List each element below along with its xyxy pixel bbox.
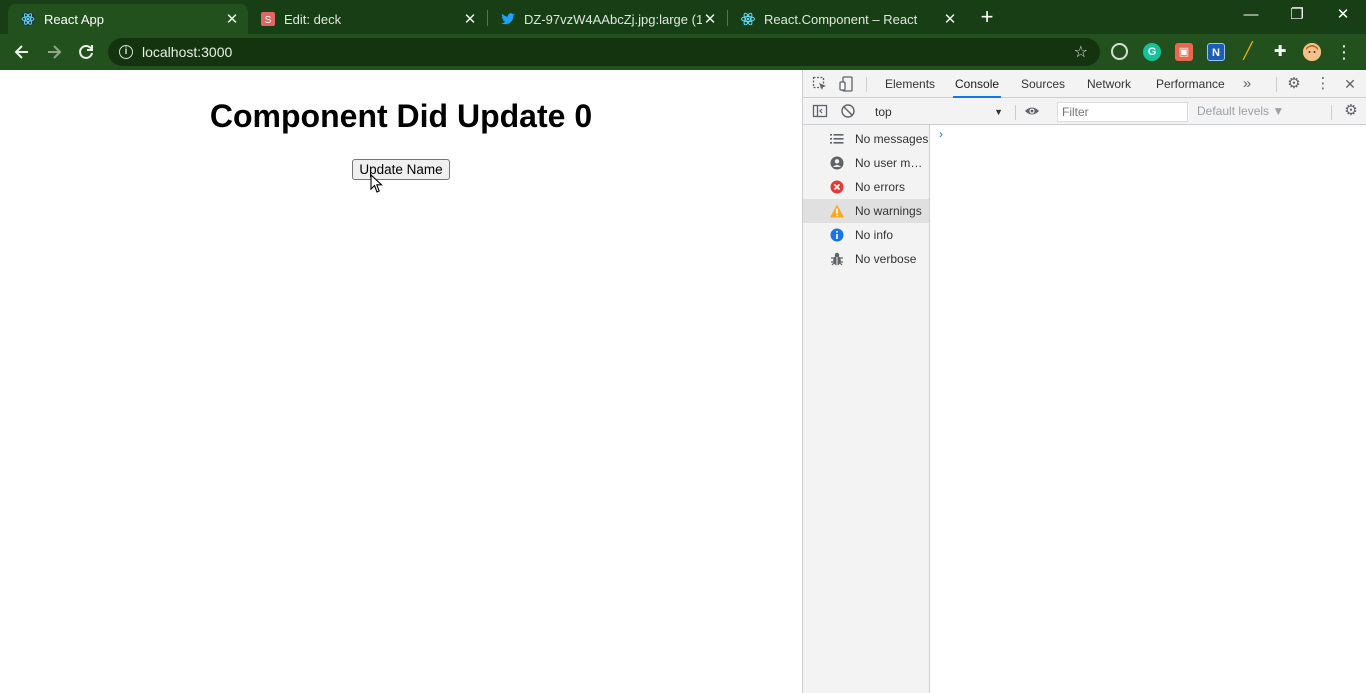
tab-close-icon[interactable]: ✕ [702, 10, 718, 28]
puzzle-icon[interactable]: ✚ [1271, 43, 1289, 61]
tab-image[interactable]: DZ-97vzW4AAbcZj.jpg:large (167 ✕ [488, 4, 726, 34]
inspect-element-icon[interactable] [812, 76, 828, 92]
sidebar-item-label: No errors [855, 180, 906, 194]
react-icon [20, 11, 36, 27]
tab-network[interactable]: Network [1085, 70, 1133, 98]
info-icon[interactable]: i [119, 45, 133, 59]
eye-icon[interactable] [1024, 103, 1040, 119]
circle-extension-icon[interactable] [1111, 43, 1128, 60]
tab-sources[interactable]: Sources [1019, 70, 1067, 98]
sidebar-item-label: No verbose [855, 252, 917, 266]
log-levels-dropdown[interactable]: Default levels ▼ [1197, 104, 1284, 118]
toolbar-divider [1015, 105, 1016, 120]
back-button[interactable] [8, 38, 36, 66]
update-name-button[interactable]: Update Name [352, 159, 450, 180]
bug-icon [829, 251, 845, 267]
profile-avatar[interactable] [1303, 43, 1321, 61]
react-icon [740, 11, 756, 27]
clear-console-icon[interactable] [840, 103, 856, 119]
chevron-down-icon: ▼ [994, 107, 1003, 117]
page-viewport: Component Did Update 0 Update Name [0, 70, 802, 693]
browser-tab-strip: React App ✕ S Edit: deck ✕ DZ-97vzW4AAbc… [0, 0, 1366, 34]
tab-performance[interactable]: Performance [1154, 70, 1227, 98]
kebab-menu-icon[interactable]: ⋮ [1315, 76, 1331, 92]
url-input[interactable] [142, 42, 1042, 62]
arrow-left-icon [14, 45, 28, 59]
twitter-icon [500, 11, 516, 27]
console-sidebar: No messages No user me… No errors No war… [803, 125, 930, 693]
tab-edit-deck[interactable]: S Edit: deck ✕ [248, 4, 486, 34]
window-close-button[interactable]: ✕ [1320, 4, 1366, 30]
close-devtools-icon[interactable]: ✕ [1342, 76, 1358, 92]
console-filter-input[interactable] [1057, 102, 1188, 122]
context-value: top [875, 105, 892, 119]
context-selector[interactable]: top ▼ [869, 103, 1005, 121]
tab-close-icon[interactable]: ✕ [224, 10, 240, 28]
mouse-cursor-icon [370, 174, 383, 193]
tab-react-component[interactable]: React.Component – React ✕ [728, 4, 966, 34]
sidebar-item-messages[interactable]: No messages [803, 127, 929, 151]
console-prompt-chevron-icon[interactable]: › [939, 127, 943, 141]
info-icon [829, 227, 845, 243]
svg-text:S: S [265, 15, 272, 26]
warning-icon [829, 203, 845, 219]
tab-close-icon[interactable]: ✕ [942, 10, 958, 28]
restore-button[interactable]: ❐ [1274, 4, 1320, 30]
page-heading: Component Did Update 0 [209, 98, 593, 134]
device-toolbar-icon[interactable] [839, 76, 855, 92]
sidebar-toggle-icon[interactable] [812, 103, 828, 119]
grammarly-icon[interactable]: G [1143, 43, 1161, 61]
tab-console[interactable]: Console [953, 70, 1002, 98]
minimize-button[interactable]: — [1228, 4, 1274, 30]
new-tab-button[interactable]: + [975, 6, 999, 30]
console-toolbar: top ▼ Default levels ▼ ⚙ [803, 98, 1366, 125]
tab-react-app[interactable]: React App ✕ [8, 4, 248, 34]
extension-red-icon[interactable]: ▣ [1175, 43, 1193, 61]
devtools-panel: Elements Console Sources Network Perform… [802, 70, 1366, 693]
sidebar-item-warnings[interactable]: No warnings [803, 199, 929, 223]
tab-elements[interactable]: Elements [883, 70, 937, 98]
bookmark-star-icon[interactable]: ☆ [1074, 42, 1088, 62]
sidebar-item-info[interactable]: No info [803, 223, 929, 247]
browser-toolbar: i ☆ G ▣ N ╱ ✚ ⋮ [0, 34, 1366, 70]
tab-title: React App [44, 11, 104, 27]
sidebar-item-label: No user me… [855, 156, 929, 170]
more-tabs-icon[interactable]: » [1239, 76, 1255, 92]
sidebar-item-user-messages[interactable]: No user me… [803, 151, 929, 175]
sidebar-item-label: No info [855, 228, 894, 242]
tab-title: Edit: deck [284, 11, 342, 27]
settings-gear-icon[interactable]: ⚙ [1286, 76, 1302, 92]
sidebar-item-errors[interactable]: No errors [803, 175, 929, 199]
forward-button[interactable] [40, 38, 68, 66]
error-icon [829, 179, 845, 195]
address-bar[interactable]: i ☆ [108, 38, 1100, 66]
list-icon [829, 131, 845, 147]
toolbar-divider [1331, 105, 1332, 120]
console-settings-gear-icon[interactable]: ⚙ [1343, 103, 1359, 119]
toolbar-divider [1276, 77, 1277, 92]
sidebar-item-label: No warnings [855, 204, 922, 218]
extension-blue-icon[interactable]: N [1207, 43, 1225, 61]
devtools-tab-bar: Elements Console Sources Network Perform… [803, 70, 1366, 98]
tab-title: React.Component – React [764, 11, 918, 27]
tab-title: DZ-97vzW4AAbcZj.jpg:large (167 [524, 11, 702, 27]
reload-button[interactable] [72, 38, 100, 66]
arrow-right-icon [48, 45, 62, 59]
tab-close-icon[interactable]: ✕ [462, 10, 478, 28]
toolbar-divider [866, 77, 867, 92]
user-icon [829, 155, 845, 171]
reload-icon [79, 44, 93, 59]
sidebar-item-verbose[interactable]: No verbose [803, 247, 929, 271]
sidebar-item-label: No messages [855, 132, 929, 146]
menu-kebab-icon[interactable]: ⋮ [1330, 38, 1358, 66]
slides-icon: S [260, 11, 276, 27]
pencil-extension-icon[interactable]: ╱ [1239, 43, 1257, 61]
